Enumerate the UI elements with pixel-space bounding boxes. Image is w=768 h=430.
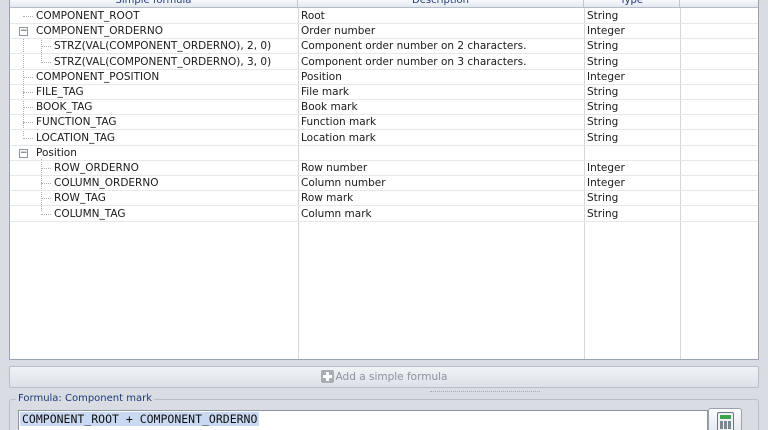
formula-panel-title: Formula: Component mark xyxy=(16,393,154,404)
calculator-button[interactable] xyxy=(708,408,742,430)
tree-connector xyxy=(23,92,33,93)
formula-label: LOCATION_TAG xyxy=(36,131,116,144)
formula-cell[interactable]: − COMPONENT_ORDERNO xyxy=(10,24,297,39)
formula-label: STRZ(VAL(COMPONENT_ORDERNO), 2, 0) xyxy=(54,40,272,53)
type-cell[interactable]: Integer xyxy=(587,161,679,176)
type-cell[interactable]: Integer xyxy=(587,70,679,85)
table-row[interactable]: FILE_TAG File mark String xyxy=(10,85,758,100)
formula-cell[interactable]: LOCATION_TAG xyxy=(10,131,297,146)
column-header-description[interactable]: Description xyxy=(298,0,584,7)
tree-connector xyxy=(23,122,33,124)
description-cell[interactable]: Row number xyxy=(301,161,584,176)
formula-label: COMPONENT_POSITION xyxy=(36,70,160,83)
tree-connector xyxy=(23,76,33,78)
collapse-icon[interactable]: − xyxy=(19,148,28,158)
simple-formula-grid[interactable]: Simple formula Description Type COMPONEN… xyxy=(9,0,759,360)
formula-label: BOOK_TAG xyxy=(36,101,93,114)
table-row[interactable]: STRZ(VAL(COMPONENT_ORDERNO), 3, 0) Compon… xyxy=(10,55,758,70)
column-header-type[interactable]: Type xyxy=(584,0,680,7)
type-cell[interactable]: String xyxy=(587,9,679,24)
description-cell[interactable]: Root xyxy=(301,9,584,24)
type-cell[interactable] xyxy=(587,146,679,161)
splitter-grip[interactable] xyxy=(430,391,540,392)
formula-label: COLUMN_ORDERNO xyxy=(54,177,159,190)
table-row[interactable]: − Position xyxy=(10,146,758,161)
tree-connector xyxy=(41,198,51,200)
formula-label: COMPONENT_ROOT xyxy=(36,10,140,22)
formula-label: COMPONENT_ORDERNO xyxy=(36,25,163,38)
formula-label: FILE_TAG xyxy=(36,86,84,98)
tree-connector xyxy=(41,61,51,63)
column-header-formula[interactable]: Simple formula xyxy=(10,0,298,7)
type-cell[interactable]: String xyxy=(587,131,679,146)
calculator-icon xyxy=(717,412,734,430)
table-row[interactable]: LOCATION_TAG Location mark String xyxy=(10,131,758,146)
add-simple-formula-button[interactable]: Add a simple formula xyxy=(9,366,759,388)
tree-connector xyxy=(23,16,33,17)
collapse-icon[interactable]: − xyxy=(19,27,28,37)
formula-cell[interactable]: FILE_TAG xyxy=(10,85,297,100)
formula-cell[interactable]: ROW_TAG xyxy=(10,191,297,206)
formula-cell[interactable]: COLUMN_TAG xyxy=(10,207,297,222)
formula-label: ROW_TAG xyxy=(54,192,106,205)
grid-header: Simple formula Description Type xyxy=(10,0,758,8)
table-row[interactable]: − COMPONENT_ORDERNO Order number Integer xyxy=(10,24,758,40)
type-cell[interactable]: String xyxy=(587,55,679,70)
plus-icon xyxy=(320,370,334,383)
formula-cell[interactable]: FUNCTION_TAG xyxy=(10,115,297,130)
description-cell[interactable]: Position xyxy=(301,70,584,85)
description-cell[interactable]: Location mark xyxy=(301,131,584,146)
formula-cell[interactable]: STRZ(VAL(COMPONENT_ORDERNO), 3, 0) xyxy=(10,55,297,70)
description-cell[interactable]: Column mark xyxy=(301,207,584,222)
description-cell[interactable] xyxy=(301,146,584,161)
formula-cell[interactable]: STRZ(VAL(COMPONENT_ORDERNO), 2, 0) xyxy=(10,39,297,54)
formula-input[interactable]: COMPONENT_ROOT + COMPONENT_ORDERNO xyxy=(18,410,708,430)
formula-label: ROW_ORDERNO xyxy=(54,162,139,174)
tree-connector xyxy=(41,213,51,215)
tree-connector xyxy=(23,107,33,109)
description-cell[interactable]: Component order number on 2 characters. xyxy=(301,39,584,54)
formula-label: Position xyxy=(36,146,77,159)
description-cell[interactable]: Column number xyxy=(301,176,584,191)
table-row[interactable]: COMPONENT_ROOT Root String xyxy=(10,9,758,24)
type-cell[interactable]: String xyxy=(587,39,679,54)
type-cell[interactable]: Integer xyxy=(587,176,679,191)
table-row[interactable]: COLUMN_ORDERNO Column number Integer xyxy=(10,176,758,192)
description-cell[interactable]: Function mark xyxy=(301,115,584,130)
table-row[interactable]: COMPONENT_POSITION Position Integer xyxy=(10,70,758,85)
add-simple-formula-label: Add a simple formula xyxy=(335,371,448,383)
formula-input-text[interactable]: COMPONENT_ROOT + COMPONENT_ORDERNO xyxy=(20,412,260,426)
tree-connector xyxy=(41,183,51,185)
table-row[interactable]: COLUMN_TAG Column mark String xyxy=(10,207,758,222)
formula-label: COLUMN_TAG xyxy=(54,207,126,220)
formula-cell[interactable]: BOOK_TAG xyxy=(10,100,297,115)
description-cell[interactable]: Order number xyxy=(301,24,584,39)
type-cell[interactable]: String xyxy=(587,85,679,100)
type-cell[interactable]: String xyxy=(587,115,679,130)
formula-panel: Formula: Component mark COMPONENT_ROOT +… xyxy=(9,393,759,430)
formula-cell[interactable]: ROW_ORDERNO xyxy=(10,161,297,176)
table-row[interactable]: STRZ(VAL(COMPONENT_ORDERNO), 2, 0) Compon… xyxy=(10,39,758,55)
type-cell[interactable]: String xyxy=(587,100,679,115)
description-cell[interactable]: Row mark xyxy=(301,191,584,206)
tree-connector xyxy=(41,46,51,48)
formula-label: STRZ(VAL(COMPONENT_ORDERNO), 3, 0) xyxy=(54,55,272,68)
table-row[interactable]: ROW_TAG Row mark String xyxy=(10,191,758,207)
tree-connector xyxy=(41,168,51,169)
description-cell[interactable]: File mark xyxy=(301,85,584,100)
formula-cell[interactable]: COMPONENT_POSITION xyxy=(10,70,297,85)
description-cell[interactable]: Component order number on 3 characters. xyxy=(301,55,584,70)
type-cell[interactable]: String xyxy=(587,207,679,222)
table-row[interactable]: BOOK_TAG Book mark String xyxy=(10,100,758,116)
formula-label: FUNCTION_TAG xyxy=(36,116,117,129)
table-row[interactable]: ROW_ORDERNO Row number Integer xyxy=(10,161,758,176)
formula-cell[interactable]: COMPONENT_ROOT xyxy=(10,9,297,24)
formula-cell[interactable]: COLUMN_ORDERNO xyxy=(10,176,297,191)
formula-cell[interactable]: − Position xyxy=(10,146,297,161)
tree-connector xyxy=(23,137,33,139)
table-row[interactable]: FUNCTION_TAG Function mark String xyxy=(10,115,758,131)
type-cell[interactable]: Integer xyxy=(587,24,679,39)
description-cell[interactable]: Book mark xyxy=(301,100,584,115)
type-cell[interactable]: String xyxy=(587,191,679,206)
